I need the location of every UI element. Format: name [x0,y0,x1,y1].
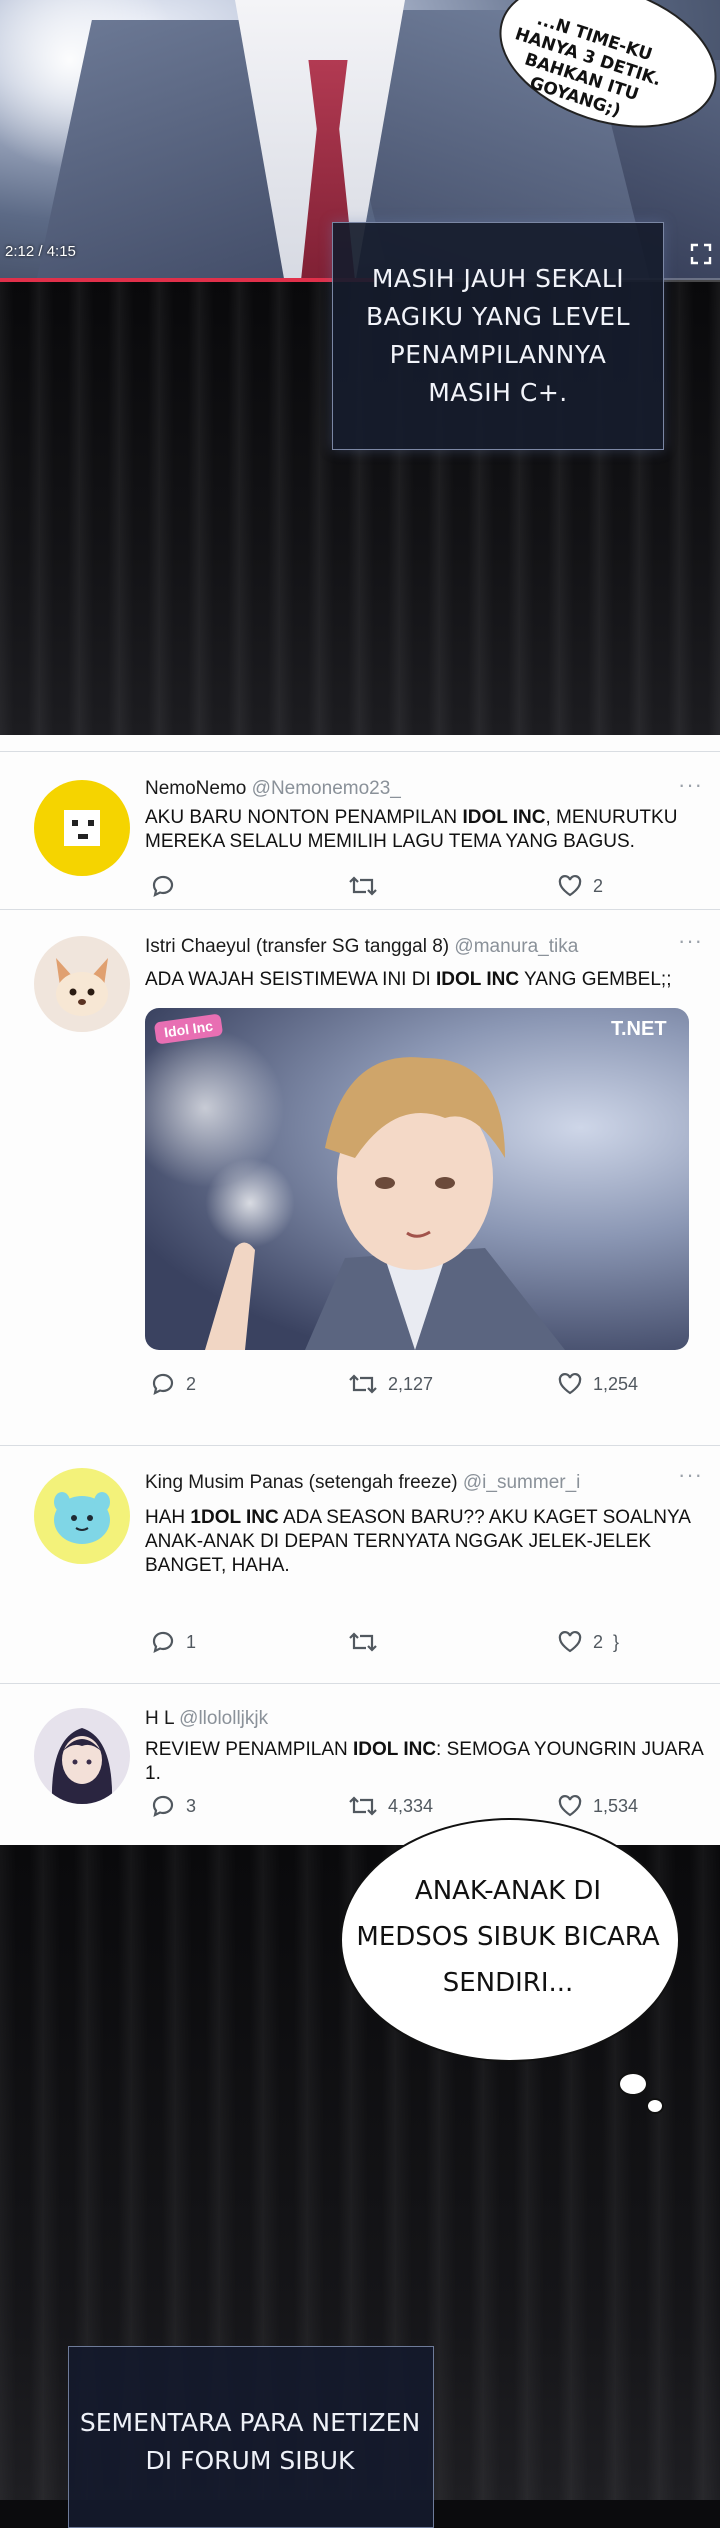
retweet-icon [349,1796,377,1816]
retweet-icon [349,1374,377,1394]
tweet-text-bold: 1DOL INC [190,1507,279,1528]
like-button[interactable]: 2 [557,874,603,898]
fox-icon [56,958,108,1016]
retweet-count: 2,127 [388,1373,434,1394]
more-icon[interactable]: ··· [678,772,703,798]
speech-bubble-text: ANAK-ANAK DI MEDSOS SIBUK BICARA SENDIRI… [356,1876,660,1998]
tweet-text: YANG GEMBEL;; [519,969,672,990]
fullscreen-icon[interactable] [690,243,712,265]
caption-text-top: MASIH JAUH SEKALI BAGIKU YANG LEVEL PENA… [365,264,631,407]
retweet-button[interactable]: 2,127 [348,1372,433,1396]
like-icon [558,1373,582,1395]
thought-dot [646,2098,664,2114]
tweet-image[interactable]: Idol Inc T.NET [145,1008,689,1350]
reply-button[interactable] [150,874,186,898]
tweet-header: Istri Chaeyul (transfer SG tanggal 8) @m… [145,936,578,958]
reply-button[interactable]: 1 [150,1630,196,1654]
reply-button[interactable]: 2 [150,1372,196,1396]
tweet-handle[interactable]: @manura_tika [454,936,578,957]
social-feed: NemoNemo @Nemonemo23_ ··· AKU BARU NONTO… [0,735,720,1845]
tweet-text-bold: IDOL INC [462,807,546,828]
retweet-icon [349,1632,377,1652]
more-icon[interactable]: ··· [678,1462,703,1488]
avatar[interactable] [34,1708,130,1804]
caption-text-bottom: SEMENTARA PARA NETIZEN DI FORUM SIBUK [79,2408,421,2475]
tweet-handle[interactable]: @i_summer_i [463,1472,580,1493]
reply-icon [152,1373,174,1396]
like-icon [558,875,582,897]
tweet-text-bold: IDOL INC [353,1739,437,1760]
tweet-author[interactable]: H L [145,1708,174,1729]
pixel-face-icon [64,810,100,846]
reply-count: 3 [186,1795,197,1816]
like-button[interactable]: 1,534 [557,1794,638,1818]
tweet-header: NemoNemo @Nemonemo23_ [145,778,401,800]
character-illustration [205,1057,565,1350]
retweet-button[interactable] [348,1630,388,1654]
like-button[interactable]: 1,254 [557,1372,638,1396]
tweet-text: AKU BARU NONTON PENAMPILAN [145,807,463,828]
more-icon[interactable]: ··· [678,928,703,954]
channel-watermark: T.NET [611,1018,667,1040]
retweet-button[interactable]: 4,334 [348,1794,433,1818]
tweet[interactable]: H L @llololljkjk REVIEW PENAMPILAN IDOL … [0,1683,720,1846]
reply-icon [152,1631,174,1654]
reply-icon [152,1795,174,1818]
like-count: 2 [593,1631,604,1652]
like-count: 1,254 [593,1373,639,1394]
tweet-body: REVIEW PENAMPILAN IDOL INC: SEMOGA YOUNG… [145,1738,705,1786]
reply-icon [152,875,174,898]
tweet-text: HAH [145,1507,191,1528]
like-icon [558,1795,582,1817]
tweet-author[interactable]: Istri Chaeyul (transfer SG tanggal 8) [145,936,449,957]
cartoon-creature-icon [54,1492,110,1544]
reply-button[interactable]: 3 [150,1794,196,1818]
thought-dot [618,2072,648,2096]
avatar[interactable] [34,936,130,1032]
retweet-icon [349,876,377,896]
tweet-header: King Musim Panas (setengah freeze) @i_su… [145,1472,580,1494]
tweet-header: H L @llololljkjk [145,1708,268,1730]
tweet[interactable]: NemoNemo @Nemonemo23_ ··· AKU BARU NONTO… [0,751,720,920]
reply-count: 1 [186,1631,197,1652]
tweet-body: ADA WAJAH SEISTIMEWA INI DI IDOL INC YAN… [145,968,705,992]
avatar[interactable] [34,1468,130,1564]
caption-box-top: MASIH JAUH SEKALI BAGIKU YANG LEVEL PENA… [332,222,664,450]
tweet[interactable]: King Musim Panas (setengah freeze) @i_su… [0,1445,720,1686]
avatar[interactable] [34,780,130,876]
tweet-text-bold: IDOL INC [436,969,520,990]
video-time: 2:12 / 4:15 [5,243,76,260]
tweet-text: ADA WAJAH SEISTIMEWA INI DI [145,969,437,990]
tweet-body: HAH 1DOL INC ADA SEASON BARU?? AKU KAGET… [145,1506,705,1578]
like-button[interactable]: 2 } [557,1630,619,1654]
like-count: 2 [593,875,604,896]
anime-girl-icon [51,1728,113,1804]
tweet[interactable]: Istri Chaeyul (transfer SG tanggal 8) @m… [0,909,720,1432]
tweet-handle[interactable]: @llololljkjk [179,1708,268,1729]
video-panel: ...N TIME-KU HANYA 3 DETIK. BAHKAN ITU G… [0,0,720,735]
retweet-count: 4,334 [388,1795,434,1816]
retweet-button[interactable] [348,874,388,898]
tweet-author[interactable]: King Musim Panas (setengah freeze) [145,1472,458,1493]
tweet-handle[interactable]: @Nemonemo23_ [252,778,401,799]
reply-count: 2 [186,1373,197,1394]
tweet-text: REVIEW PENAMPILAN [145,1739,353,1760]
like-count: 1,534 [593,1795,639,1816]
tweet-author[interactable]: NemoNemo [145,778,246,799]
like-icon [558,1631,582,1653]
tweet-body: AKU BARU NONTON PENAMPILAN IDOL INC, MEN… [145,806,705,854]
